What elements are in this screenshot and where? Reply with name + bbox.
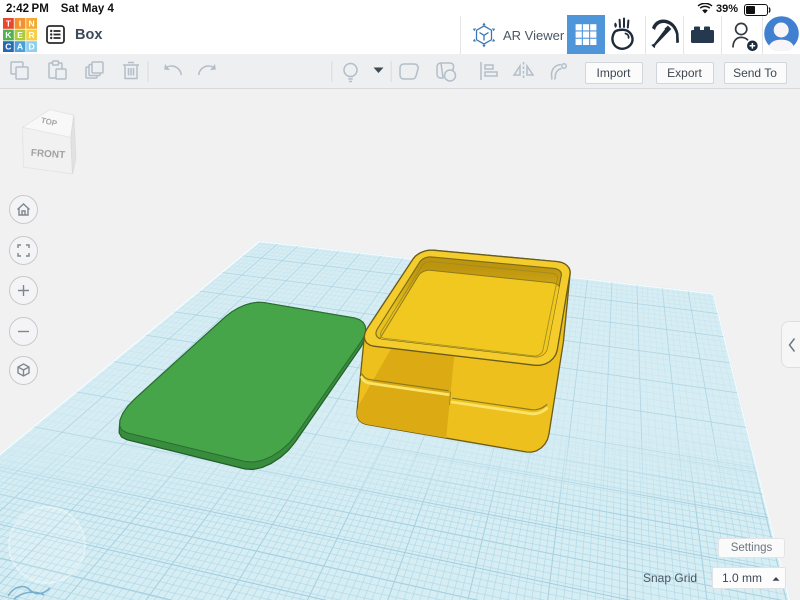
svg-text:I: I: [18, 18, 20, 28]
svg-text:N: N: [28, 18, 34, 28]
svg-text:C: C: [5, 41, 11, 51]
svg-text:R: R: [28, 30, 35, 40]
svg-text:A: A: [16, 41, 22, 51]
svg-text:K: K: [5, 30, 12, 40]
svg-text:T: T: [5, 18, 11, 28]
svg-text:E: E: [17, 30, 23, 40]
svg-text:D: D: [28, 41, 34, 51]
